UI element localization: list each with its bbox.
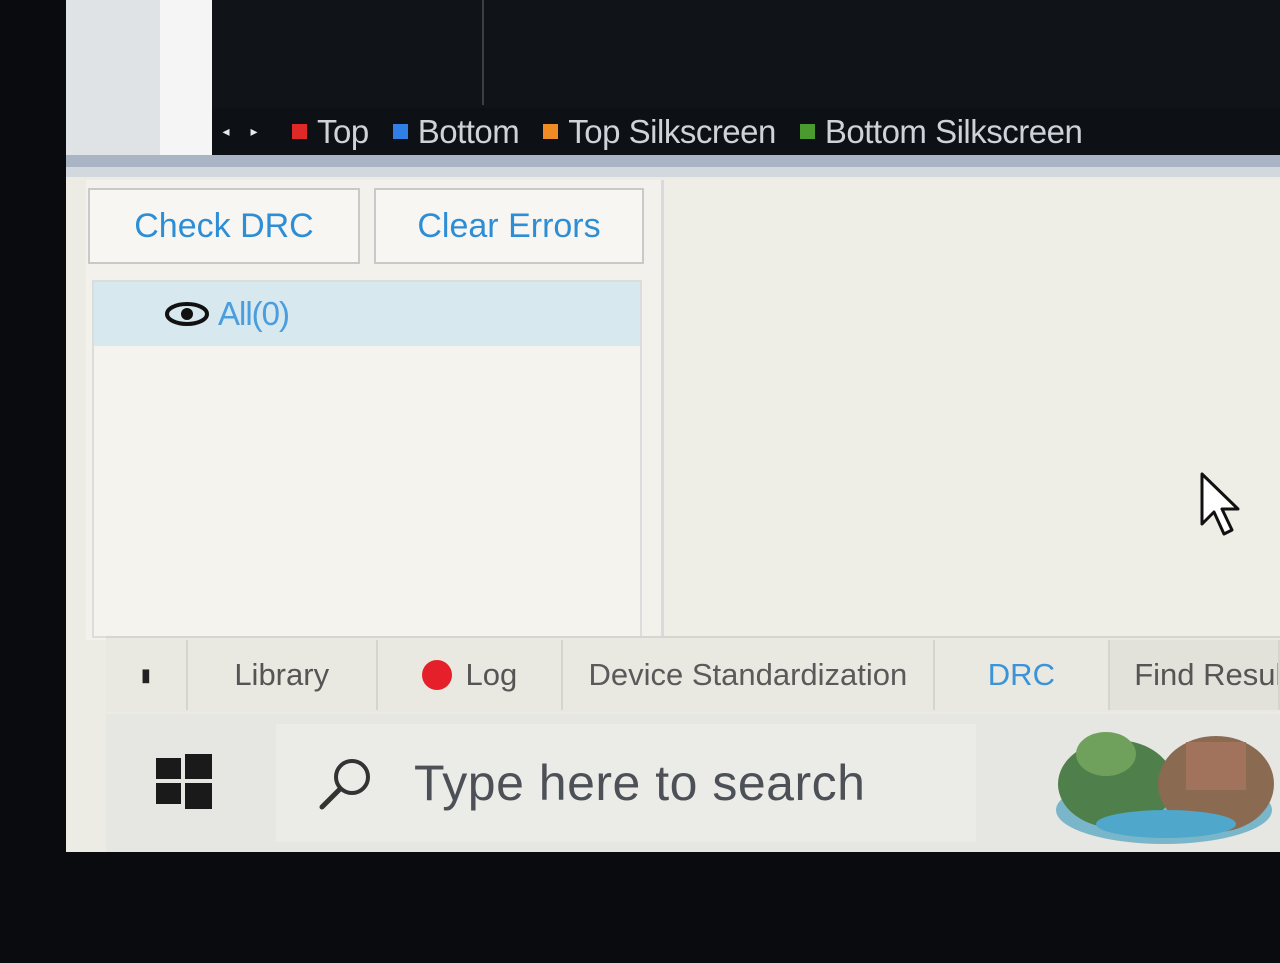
layer-bottom-silkscreen-label: Bottom Silkscreen — [824, 112, 1083, 150]
bottom-tabs: ▮ Library Log Device Standardization DRC… — [106, 636, 1280, 712]
clear-errors-button[interactable]: Clear Errors — [374, 188, 644, 264]
monitor-bezel: ◂ ▸ Top Bottom Top Silkscreen Bottom Sil… — [0, 0, 1280, 963]
taskbar-search[interactable]: Type here to search — [276, 724, 976, 842]
layer-top-swatch — [292, 124, 307, 139]
layer-bottom-silkscreen[interactable]: Bottom Silkscreen — [799, 112, 1083, 151]
drc-details-area — [664, 180, 1280, 640]
tree-item-label: All(0) — [218, 295, 290, 332]
layer-top[interactable]: Top — [292, 113, 369, 151]
layer-top-silkscreen[interactable]: Top Silkscreen — [543, 113, 776, 151]
search-icon — [319, 759, 370, 810]
screen: ◂ ▸ Top Bottom Top Silkscreen Bottom Sil… — [66, 0, 1280, 852]
tab-drc[interactable]: DRC — [935, 640, 1111, 710]
taskbar: Type here to search — [106, 714, 1280, 852]
caret-right-icon[interactable]: ▸ — [240, 123, 268, 140]
eye-icon[interactable] — [164, 300, 210, 328]
layer-top-label: Top — [317, 112, 369, 150]
drc-tree: All(0) — [92, 280, 642, 638]
tab-device-standardization[interactable]: Device Standardization — [563, 640, 935, 710]
layer-bottom-silkscreen-swatch — [799, 124, 815, 139]
layer-bottom-label: Bottom — [417, 112, 520, 150]
layer-top-silkscreen-swatch — [543, 124, 559, 139]
panel-grip-icon[interactable]: ▮ — [106, 640, 188, 710]
tab-log-label: Log — [465, 657, 518, 692]
news-widget-icon[interactable] — [1046, 714, 1280, 852]
layer-bottom[interactable]: Bottom — [392, 112, 520, 151]
windows-start-icon[interactable] — [154, 752, 214, 812]
layer-top-silkscreen-label: Top Silkscreen — [568, 112, 776, 150]
layer-bottom-swatch — [392, 124, 408, 139]
tree-item-all[interactable]: All(0) — [94, 282, 640, 346]
tab-find-results[interactable]: Find Resul — [1110, 640, 1280, 710]
canvas-left-panel — [66, 0, 236, 155]
tab-log[interactable]: Log — [378, 640, 564, 710]
tab-library[interactable]: Library — [188, 640, 378, 710]
mouse-cursor-icon — [1200, 472, 1240, 536]
layer-bar: ◂ ▸ Top Bottom Top Silkscreen Bottom Sil… — [212, 108, 1280, 155]
search-placeholder: Type here to search — [414, 755, 866, 811]
check-drc-button[interactable]: Check DRC — [88, 188, 360, 264]
drc-panel: Check DRC Clear Errors All(0) — [86, 180, 664, 640]
caret-left-icon[interactable]: ◂ — [212, 123, 240, 140]
log-status-dot — [421, 660, 452, 690]
